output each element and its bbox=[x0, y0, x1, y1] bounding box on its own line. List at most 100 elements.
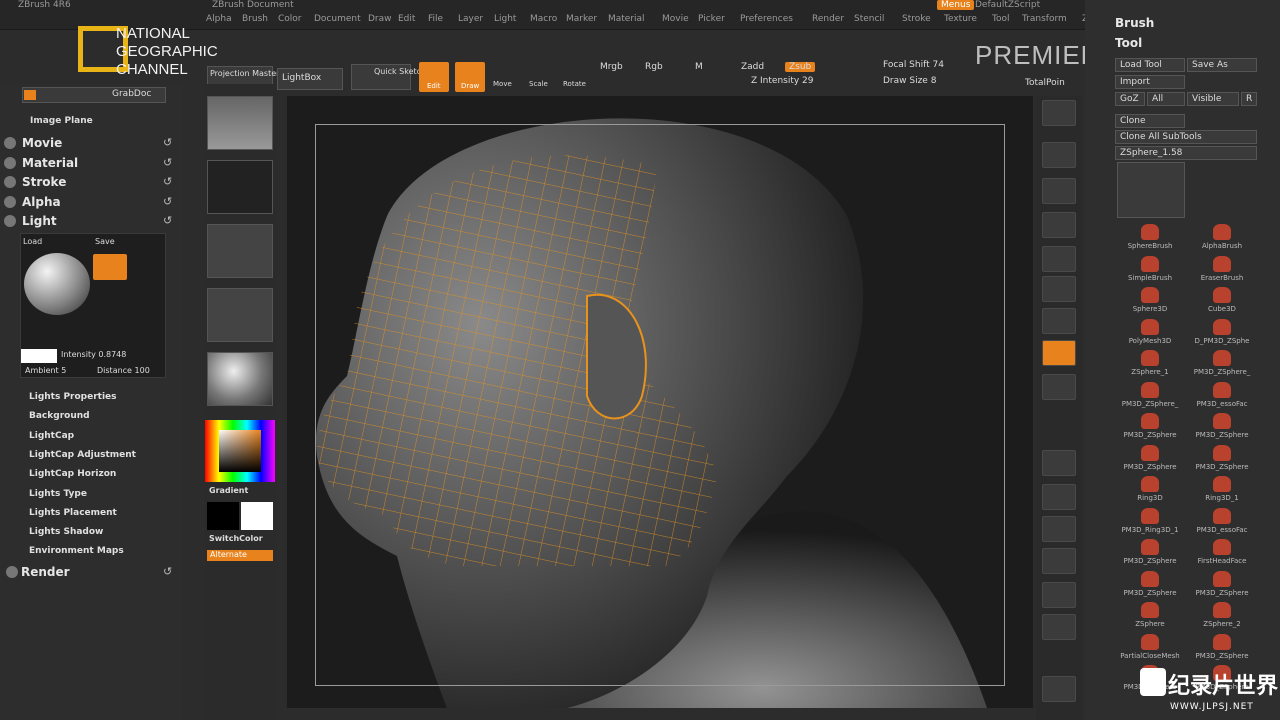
light-sub-item[interactable]: Lights Shadow bbox=[29, 527, 103, 537]
menu-marker[interactable]: Marker bbox=[566, 14, 597, 24]
scale-view-icon[interactable] bbox=[1042, 516, 1076, 542]
tool-item[interactable]: PM3D_ZSphere bbox=[1115, 569, 1185, 601]
load-tool-button[interactable]: Load Tool bbox=[1115, 58, 1185, 72]
frame-icon[interactable] bbox=[1042, 450, 1076, 476]
import-button[interactable]: Import bbox=[1115, 75, 1185, 89]
move-button[interactable]: Move bbox=[493, 80, 512, 88]
z-intensity-slider[interactable]: Z Intensity 29 bbox=[751, 76, 814, 86]
current-tool-slider[interactable]: ZSphere_1.58 bbox=[1115, 146, 1257, 160]
left-menu-light[interactable]: Light ↺ bbox=[0, 212, 182, 231]
tool-item[interactable]: PM3D_ZSphere bbox=[1187, 632, 1257, 664]
light-sphere-preview[interactable] bbox=[24, 253, 90, 315]
menu-render[interactable]: Render bbox=[812, 14, 844, 24]
xyz-icon[interactable] bbox=[1042, 374, 1076, 400]
lightbox-button[interactable]: LightBox bbox=[277, 68, 343, 90]
move-view-icon[interactable] bbox=[1042, 484, 1076, 510]
scale-button[interactable]: Scale bbox=[529, 80, 548, 88]
rgb-button[interactable]: Rgb bbox=[645, 62, 663, 72]
ambient-slider[interactable]: Ambient 5 bbox=[25, 366, 66, 375]
persp-icon[interactable] bbox=[1042, 276, 1076, 302]
default-zscript[interactable]: DefaultZScript bbox=[975, 0, 1040, 10]
goz-button[interactable]: GoZ bbox=[1115, 92, 1145, 106]
tool-item[interactable]: EraserBrush bbox=[1187, 254, 1257, 286]
rotate-button[interactable]: Rotate bbox=[563, 80, 586, 88]
cycle-icon[interactable]: ↺ bbox=[163, 214, 172, 227]
distance-slider[interactable]: Distance 100 bbox=[97, 366, 150, 375]
tool-item[interactable]: ZSphere_2 bbox=[1187, 600, 1257, 632]
tool-item[interactable]: PM3D_ZSphere bbox=[1187, 569, 1257, 601]
tool-item[interactable]: Ring3D_1 bbox=[1187, 474, 1257, 506]
current-tool-preview[interactable] bbox=[1117, 162, 1185, 218]
solo-icon[interactable] bbox=[1042, 676, 1076, 702]
menu-picker[interactable]: Picker bbox=[698, 14, 725, 24]
mrgb-button[interactable]: Mrgb bbox=[600, 62, 623, 72]
cycle-icon[interactable]: ↺ bbox=[163, 195, 172, 208]
secondary-color-swatch[interactable] bbox=[207, 502, 239, 530]
rotate-view-icon[interactable] bbox=[1042, 548, 1076, 574]
grab-doc-button[interactable]: GrabDoc bbox=[112, 89, 151, 99]
menu-stencil[interactable]: Stencil bbox=[854, 14, 884, 24]
zadd-button[interactable]: Zadd bbox=[741, 62, 764, 72]
tool-item[interactable]: ZSphere bbox=[1115, 600, 1185, 632]
light-bulb-active-icon[interactable] bbox=[93, 254, 127, 280]
canvas-viewport[interactable] bbox=[287, 96, 1033, 708]
brush-thumbnail[interactable] bbox=[207, 96, 273, 150]
menu-texture[interactable]: Texture bbox=[944, 14, 977, 24]
gradient-label[interactable]: Gradient bbox=[209, 486, 248, 495]
tool-item[interactable]: PolyMesh3D bbox=[1115, 317, 1185, 349]
tool-item[interactable]: ZSphere_1 bbox=[1115, 348, 1185, 380]
tool-item[interactable]: SphereBrush bbox=[1115, 222, 1185, 254]
material-thumbnail[interactable] bbox=[207, 352, 273, 406]
render-menu[interactable]: Render ↺ bbox=[4, 565, 182, 581]
light-save-button[interactable]: Save bbox=[95, 237, 115, 246]
light-sub-item[interactable]: LightCap Adjustment bbox=[29, 450, 136, 460]
quick-sketch-button[interactable]: Quick Sketch bbox=[351, 64, 426, 90]
tool-item[interactable]: PM3D_ZSphere bbox=[1115, 443, 1185, 475]
color-picker[interactable] bbox=[205, 420, 275, 482]
tool-item[interactable]: FirstHeadFace bbox=[1187, 537, 1257, 569]
tool-item[interactable]: Sphere3D bbox=[1115, 285, 1185, 317]
cycle-icon[interactable]: ↺ bbox=[163, 136, 172, 149]
r-button[interactable]: R bbox=[1241, 92, 1257, 106]
light-sub-item[interactable]: LightCap bbox=[29, 431, 74, 441]
tool-item[interactable]: SimpleBrush bbox=[1115, 254, 1185, 286]
menu-brush[interactable]: Brush bbox=[242, 14, 268, 24]
menu-macro[interactable]: Macro bbox=[530, 14, 557, 24]
tool-item[interactable]: D_PM3D_ZSphe bbox=[1187, 317, 1257, 349]
alpha-thumbnail[interactable] bbox=[207, 224, 273, 278]
menu-color[interactable]: Color bbox=[278, 14, 302, 24]
zoom-icon[interactable] bbox=[1042, 178, 1076, 204]
primary-color-swatch[interactable] bbox=[241, 502, 273, 530]
light-sub-item[interactable]: LightCap Horizon bbox=[29, 469, 116, 479]
visible-button[interactable]: Visible bbox=[1187, 92, 1239, 106]
image-plane-menu[interactable]: Image Plane bbox=[30, 116, 93, 126]
aahalf-icon[interactable] bbox=[1042, 246, 1076, 272]
tool-item[interactable]: PM3D_essoFac bbox=[1187, 506, 1257, 538]
tool-item[interactable]: PM3D_essoFac bbox=[1187, 380, 1257, 412]
switch-color-button[interactable]: SwitchColor bbox=[209, 534, 263, 543]
m-button[interactable]: M bbox=[695, 62, 703, 72]
tool-item[interactable]: PM3D_ZSphere bbox=[1115, 411, 1185, 443]
actual-icon[interactable] bbox=[1042, 212, 1076, 238]
menu-edit[interactable]: Edit bbox=[398, 14, 415, 24]
render-cycle-icon[interactable]: ↺ bbox=[163, 565, 172, 578]
tool-palette-title[interactable]: Tool bbox=[1115, 36, 1142, 50]
floor-icon[interactable] bbox=[1042, 308, 1076, 334]
save-as-button[interactable]: Save As bbox=[1187, 58, 1257, 72]
toggle-icon[interactable] bbox=[24, 90, 36, 100]
tool-item[interactable]: PM3D_Ring3D_1 bbox=[1115, 506, 1185, 538]
draw-size-slider[interactable]: Draw Size 8 bbox=[883, 76, 936, 86]
menu-stroke[interactable]: Stroke bbox=[902, 14, 931, 24]
light-load-button[interactable]: Load bbox=[23, 237, 42, 246]
tool-item[interactable]: Ring3D bbox=[1115, 474, 1185, 506]
menu-transform[interactable]: Transform bbox=[1022, 14, 1067, 24]
light-sub-item[interactable]: Background bbox=[29, 411, 90, 421]
light-color-swatch[interactable] bbox=[21, 349, 57, 363]
edit-button[interactable]: Edit bbox=[419, 62, 449, 92]
tool-item[interactable]: PM3D_ZSphere bbox=[1187, 411, 1257, 443]
bpr-icon[interactable] bbox=[1042, 100, 1076, 126]
tool-item[interactable]: PM3D_ZSphere_ bbox=[1187, 348, 1257, 380]
menu-layer[interactable]: Layer bbox=[458, 14, 483, 24]
menu-movie[interactable]: Movie bbox=[662, 14, 689, 24]
tool-item[interactable]: PM3D_ZSphere_ bbox=[1115, 380, 1185, 412]
